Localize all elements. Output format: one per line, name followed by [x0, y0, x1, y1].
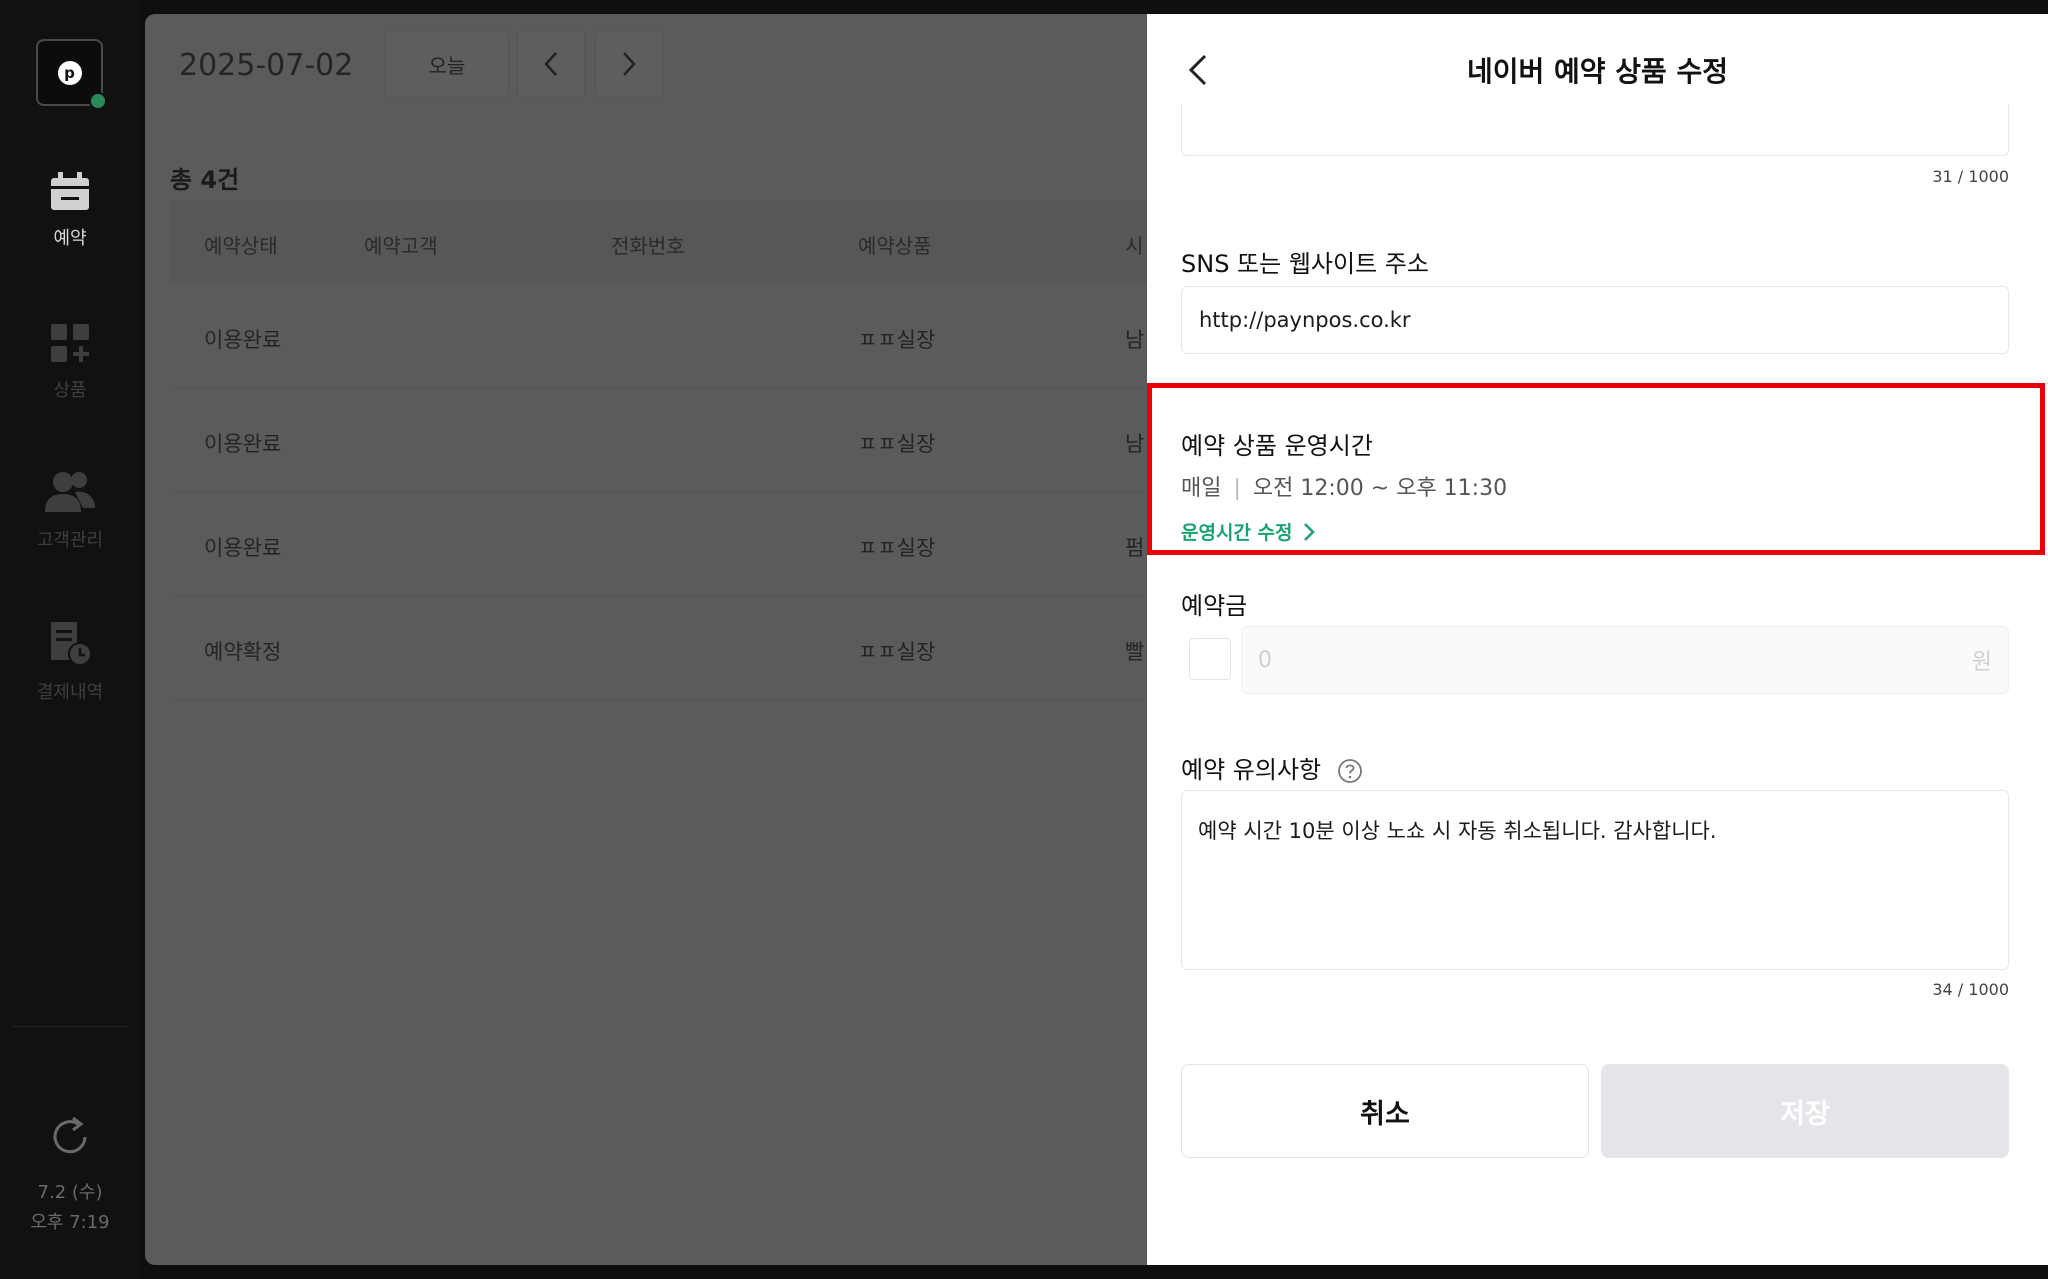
logo-mark: p [57, 60, 82, 85]
current-datetime: 7.2 (수) 오후 7:19 [0, 1178, 140, 1238]
notice-textarea[interactable]: 예약 시간 10분 이상 노쇼 시 자동 취소됩니다. 감사합니다. [1181, 790, 2009, 970]
table-row[interactable]: 이용완료 ㅍㅍ실장 남 [170, 284, 1150, 388]
row-product: ㅍㅍ실장 [858, 536, 936, 560]
hours-range: 오전 12:00 ~ 오후 11:30 [1252, 476, 1508, 501]
description-field[interactable] [1181, 104, 2009, 156]
deposit-unit: 원 [1971, 650, 1992, 675]
row-status: 이용완료 [204, 328, 282, 352]
save-button[interactable]: 저장 [1601, 1064, 2009, 1158]
table-row[interactable]: 예약확정 ㅍㅍ실장 빨 [170, 596, 1150, 700]
deposit-checkbox[interactable] [1189, 638, 1231, 680]
deposit-value: 0 [1258, 647, 1272, 673]
row-clipped: 펌 [1125, 536, 1145, 560]
sns-label: SNS 또는 웹사이트 주소 [1181, 250, 1429, 278]
nav-label-reservation: 예약 [53, 228, 87, 249]
users-icon [45, 472, 95, 512]
table-row[interactable]: 이용완료 ㅍㅍ실장 남 [170, 388, 1150, 492]
selected-date: 2025-07-02 [179, 48, 354, 83]
edit-hours-label: 운영시간 수정 [1181, 522, 1293, 544]
column-header: 예약상품 [858, 234, 932, 258]
nav-item-payments[interactable]: 결제내역 [0, 620, 140, 704]
hours-summary: 매일 | 오전 12:00 ~ 오후 11:30 [1181, 470, 1507, 502]
nav-item-customers[interactable]: 고객관리 [0, 470, 140, 552]
today-button[interactable]: 오늘 [385, 30, 509, 98]
hours-title: 예약 상품 운영시간 [1181, 432, 1373, 460]
total-count: 총 4건 [170, 166, 240, 194]
nav-item-reservation[interactable]: 예약 [0, 170, 140, 250]
calendar-icon [51, 172, 89, 210]
rail-divider [12, 1026, 128, 1027]
chevron-right-icon [1303, 522, 1315, 541]
chevron-right-icon [623, 52, 636, 76]
notice-counter: 34 / 1000 [1932, 980, 2009, 999]
refresh-icon[interactable] [47, 1114, 93, 1160]
column-header: 시 [1125, 234, 1144, 258]
nav-label-products: 상품 [53, 380, 87, 401]
current-date: 7.2 (수) [37, 1182, 103, 1203]
cancel-button[interactable]: 취소 [1181, 1064, 1589, 1158]
next-day-button[interactable] [595, 30, 663, 98]
notice-label-row: 예약 유의사항 [1181, 750, 1363, 785]
row-product: ㅍㅍ실장 [858, 328, 936, 352]
prev-day-button[interactable] [517, 30, 585, 98]
reservation-list-view: 2025-07-02 오늘 총 4건 예약상태 예약고객 전화번호 예약상품 시… [145, 14, 1150, 1265]
row-status: 이용완료 [204, 536, 282, 560]
deposit-label: 예약금 [1181, 592, 1248, 620]
nav-label-customers: 고객관리 [36, 530, 104, 551]
operating-hours-section: 예약 상품 운영시간 매일 | 오전 12:00 ~ 오후 11:30 운영시간 수… [1147, 383, 2045, 555]
current-time: 오후 7:19 [30, 1212, 110, 1233]
edit-hours-link[interactable]: 운영시간 수정 [1181, 518, 1315, 545]
row-clipped: 빨 [1125, 640, 1145, 664]
sns-url-input[interactable]: http://paynpos.co.kr [1181, 286, 2009, 354]
nav-item-products[interactable]: 상품 [0, 322, 140, 402]
deposit-input[interactable]: 0 원 [1241, 626, 2009, 694]
chevron-left-icon [544, 52, 557, 76]
hours-separator: | [1233, 476, 1241, 501]
nav-label-payments: 결제내역 [36, 682, 104, 703]
row-product: ㅍㅍ실장 [858, 640, 936, 664]
grid-plus-icon [51, 324, 89, 362]
help-icon[interactable] [1337, 758, 1363, 784]
column-header: 예약상태 [204, 234, 278, 258]
notice-label: 예약 유의사항 [1181, 756, 1322, 784]
panel-title: 네이버 예약 상품 수정 [1466, 55, 1729, 88]
table-header: 예약상태 예약고객 전화번호 예약상품 시 [170, 200, 1150, 284]
app-logo: p [36, 39, 107, 110]
row-clipped: 남 [1125, 328, 1145, 352]
column-header: 예약고객 [364, 234, 438, 258]
row-product: ㅍㅍ실장 [858, 432, 936, 456]
edit-product-panel: 네이버 예약 상품 수정 31 / 1000 SNS 또는 웹사이트 주소 ht… [1147, 14, 2048, 1265]
receipt-clock-icon [51, 622, 92, 666]
row-status: 이용완료 [204, 432, 282, 456]
column-header: 전화번호 [611, 234, 685, 258]
row-status: 예약확정 [204, 640, 282, 664]
table-row[interactable]: 이용완료 ㅍㅍ실장 펌 [170, 492, 1150, 596]
hours-day: 매일 [1181, 476, 1222, 501]
side-nav: p 예약 상품 고객관리 결제내역 7.2 (수) 오후 7:19 [0, 0, 140, 1279]
description-counter: 31 / 1000 [1932, 167, 2009, 186]
online-status-dot [89, 92, 107, 110]
row-clipped: 남 [1125, 432, 1145, 456]
